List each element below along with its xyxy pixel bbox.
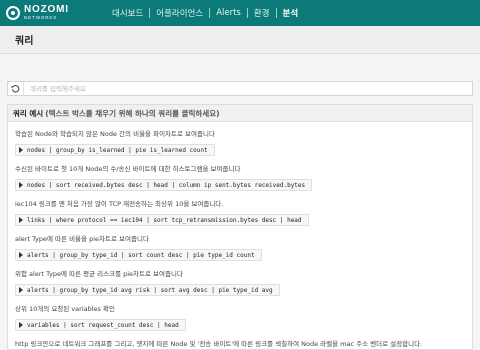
example-query-text: nodes | sort received.bytes desc | head … [27,181,306,189]
example-query-text: alerts | group_by type_id avg risk | sor… [27,286,273,294]
example-description: 학습된 Node와 학습되지 않은 Node 간의 비율을 파이차트로 보여줍니… [15,130,215,138]
history-button[interactable] [8,82,24,95]
panel-header: 쿼리 예시 (텍스트 박스를 채우기 위해 하나의 쿼리를 클릭하세요) [8,105,472,122]
nav-item-environment[interactable]: 환경 [248,7,276,19]
example-description: http 링크만으로 네트워크 그래프를 그리고, 엣지에 따른 Node 및 … [15,340,423,348]
brand-name: NOZOMI [24,4,69,16]
nozomi-logo-icon [6,6,20,20]
panel-subtitle: (텍스트 박스를 채우기 위해 하나의 쿼리를 클릭하세요) [45,108,220,118]
main-content: 쿼리 예시 (텍스트 박스를 채우기 위해 하나의 쿼리를 클릭하세요) 학습된… [0,54,480,350]
history-icon [11,84,20,93]
top-navbar: NOZOMI NETWORKS 대시보드 어플라이언스 Alerts 환경 분석 [0,0,480,26]
example-description: iec104 링크를 맨 처음 가장 많이 TCP 재전송하는 최상위 10을 … [15,200,224,208]
query-search-bar [7,81,473,96]
page-title: 쿼리 [15,36,34,47]
example-query-text: links | where protocol == iec104 | sort … [27,216,302,224]
play-icon [19,287,23,293]
example-description: 수신된 바이트로 첫 10개 Node의 수/송신 바이트에 대한 히스토그램을… [15,165,241,173]
nav-item-appliances[interactable]: 어플라이언스 [150,7,209,19]
example-query-button[interactable]: variables | sort request_count desc | he… [15,319,186,331]
brand-text: NOZOMI NETWORKS [24,5,69,21]
example-item: 상위 10개의 요청된 variables 확인 variables | sor… [15,305,472,332]
panel-title: 쿼리 예시 [13,108,44,118]
example-description: alert Type에 따른 비율을 pie차트로 보여줍니다 [15,235,149,243]
example-query-button[interactable]: alerts | group_by type_id avg risk | sor… [15,284,280,296]
nav-item-dashboard[interactable]: 대시보드 [106,7,149,19]
example-query-button[interactable]: nodes | group_by is_learned | pie is_lea… [15,144,215,156]
query-examples-panel: 쿼리 예시 (텍스트 박스를 채우기 위해 하나의 쿼리를 클릭하세요) 학습된… [7,104,473,350]
example-item: http 링크만으로 네트워크 그래프를 그리고, 엣지에 따른 Node 및 … [15,340,472,348]
example-item: 학습된 Node와 학습되지 않은 Node 간의 비율을 파이차트로 보여줍니… [15,130,472,157]
example-item: iec104 링크를 맨 처음 가장 많이 TCP 재전송하는 최상위 10을 … [15,200,472,227]
nav-item-analysis[interactable]: 분석 [277,7,305,19]
example-query-text: nodes | group_by is_learned | pie is_lea… [27,146,208,154]
example-query-button[interactable]: alerts | group_by type_id | sort count d… [15,249,262,261]
example-query-button[interactable]: links | where protocol == iec104 | sort … [15,214,309,226]
brand-subname: NETWORKS [24,15,58,21]
query-input[interactable] [24,82,472,95]
play-icon [19,322,23,328]
example-description: 상위 10개의 요청된 variables 확인 [15,305,115,313]
brand-logo[interactable]: NOZOMI NETWORKS [6,5,81,21]
example-query-button[interactable]: nodes | sort received.bytes desc | head … [15,179,313,191]
main-nav: 대시보드 어플라이언스 Alerts 환경 분석 [106,7,304,19]
nav-item-alerts[interactable]: Alerts [210,8,247,18]
example-item: 위험 alert Type에 따른 평균 리스크를 pie차트로 보여줍니다 a… [15,270,472,297]
example-item: alert Type에 따른 비율을 pie차트로 보여줍니다 alerts |… [15,235,472,262]
example-query-text: alerts | group_by type_id | sort count d… [27,251,255,259]
example-description: 위험 alert Type에 따른 평균 리스크를 pie차트로 보여줍니다 [15,270,183,278]
example-query-text: variables | sort request_count desc | he… [27,321,179,329]
play-icon [19,182,23,188]
play-icon [19,217,23,223]
play-icon [19,252,23,258]
play-icon [19,147,23,153]
page-header: 쿼리 [0,26,480,54]
example-item: 수신된 바이트로 첫 10개 Node의 수/송신 바이트에 대한 히스토그램을… [15,165,472,192]
